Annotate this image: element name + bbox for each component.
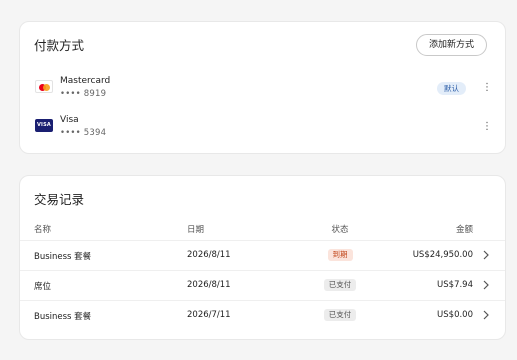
more-options-icon[interactable]: ⋮: [482, 81, 492, 95]
status-badge: 已支付: [323, 279, 357, 291]
transaction-date: 2026/8/11: [187, 250, 231, 260]
payment-method-brand: Visa: [60, 115, 79, 125]
payment-method-visa: VISA Visa •••• 5394 ⋮: [20, 114, 505, 144]
chevron-right-icon[interactable]: [482, 309, 490, 321]
transaction-amount: US$7.94: [437, 280, 473, 290]
default-badge: 默认: [437, 82, 466, 95]
payment-method-mastercard: Mastercard •••• 8919 默认 ⋮: [20, 75, 505, 105]
transaction-amount: US$24,950.00: [412, 250, 473, 260]
transaction-amount: US$0.00: [437, 310, 473, 320]
transaction-name: Business 套餐: [34, 252, 92, 262]
table-row[interactable]: Business 套餐 2026/8/11 到期 US$24,950.00: [20, 240, 505, 271]
column-header-date: 日期: [187, 225, 205, 235]
more-options-icon[interactable]: ⋮: [482, 120, 492, 134]
table-row[interactable]: Business 套餐 2026/7/11 已支付 US$0.00: [20, 300, 505, 331]
transactions-title: 交易记录: [34, 192, 85, 207]
column-header-amount: 金额: [455, 225, 473, 235]
transaction-status: 到期: [320, 249, 360, 261]
mastercard-icon: [35, 80, 53, 93]
transaction-status: 已支付: [320, 279, 360, 291]
transaction-date: 2026/8/11: [187, 280, 231, 290]
payment-method-number: •••• 5394: [60, 128, 107, 138]
transaction-name: Business 套餐: [34, 312, 92, 322]
transaction-name: 席位: [34, 282, 52, 292]
payment-method-number: •••• 8919: [60, 89, 107, 99]
transactions-table-header: 名称 日期 状态 金额: [20, 223, 505, 241]
payment-method-brand: Mastercard: [60, 76, 111, 86]
payment-methods-card: 付款方式 添加新方式 Mastercard •••• 8919 默认 ⋮ VIS…: [19, 21, 506, 154]
transaction-status: 已支付: [320, 309, 360, 321]
table-row[interactable]: 席位 2026/8/11 已支付 US$7.94: [20, 270, 505, 301]
chevron-right-icon[interactable]: [482, 279, 490, 291]
payment-methods-title: 付款方式: [34, 38, 85, 53]
add-payment-method-button[interactable]: 添加新方式: [415, 34, 487, 56]
transactions-card: 交易记录 名称 日期 状态 金额 Business 套餐 2026/8/11 到…: [19, 175, 506, 340]
status-badge: 已支付: [323, 309, 357, 321]
column-header-status: 状态: [331, 225, 349, 235]
column-header-name: 名称: [34, 225, 52, 235]
transaction-date: 2026/7/11: [187, 310, 231, 320]
visa-icon: VISA: [35, 119, 53, 132]
status-badge: 到期: [327, 249, 353, 261]
chevron-right-icon[interactable]: [482, 249, 490, 261]
